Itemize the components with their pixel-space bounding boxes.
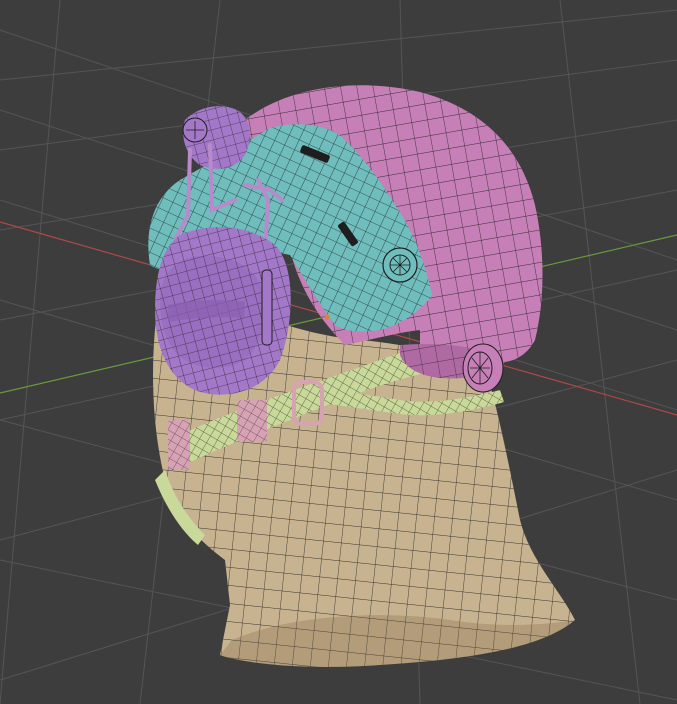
top-accessory-knob[interactable] bbox=[182, 106, 250, 169]
viewport-canvas bbox=[0, 0, 677, 704]
3d-viewport[interactable] bbox=[0, 0, 677, 704]
rear-retention-knob[interactable] bbox=[462, 343, 504, 393]
side-mount-knob[interactable] bbox=[382, 247, 418, 283]
strap-buckle-left[interactable] bbox=[237, 400, 267, 442]
boom-mic bbox=[261, 269, 273, 346]
object-origin-dot bbox=[324, 314, 330, 320]
strap-buckle-side[interactable] bbox=[168, 420, 190, 470]
